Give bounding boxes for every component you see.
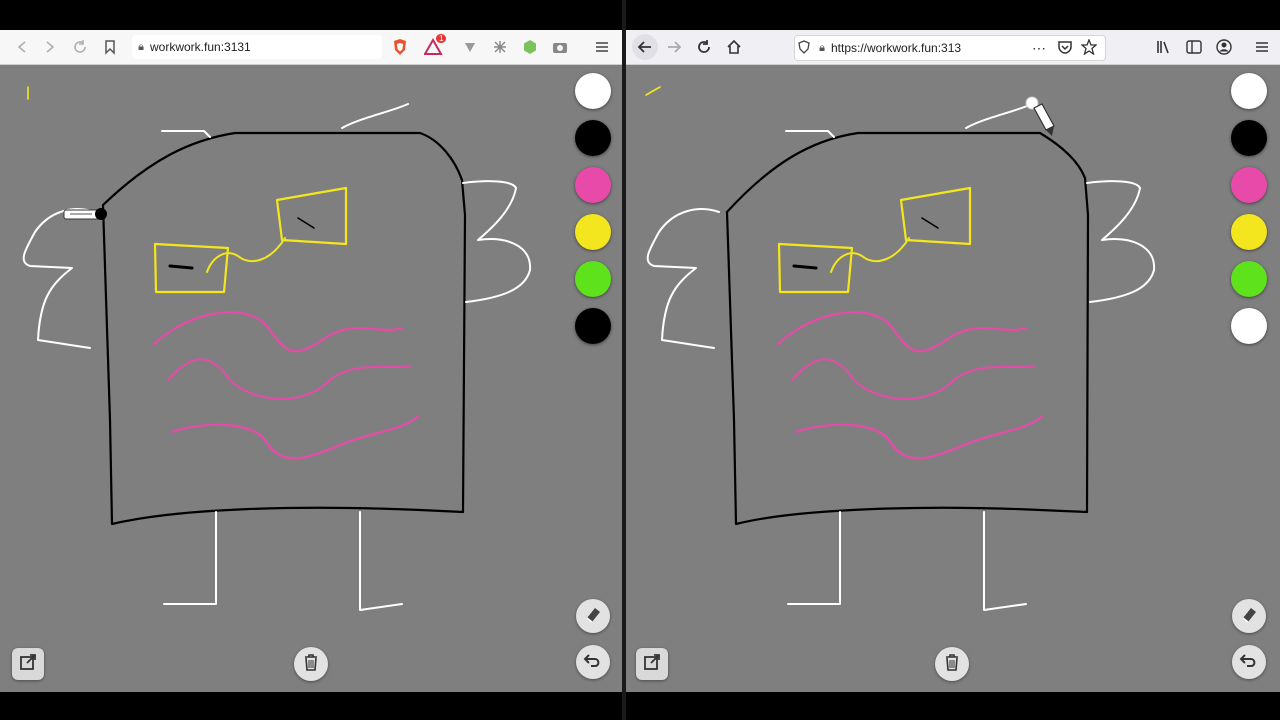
right-browser-toolbar: 🔒︎ https://workwork.fun:313 ⋯ [626, 30, 1280, 65]
left-browser-toolbar: 🔒︎ workwork.fun:3131 1 [0, 30, 622, 65]
extension-hex-icon[interactable] [520, 37, 540, 57]
color-swatch-black[interactable] [1231, 120, 1267, 156]
menu-icon[interactable] [592, 37, 612, 57]
eraser-icon [1239, 604, 1259, 629]
forward-icon[interactable] [664, 37, 684, 57]
undo-icon [583, 650, 603, 675]
brave-shields-icon[interactable] [390, 37, 410, 57]
library-icon[interactable] [1154, 37, 1174, 57]
lock-icon: 🔒︎ [138, 40, 144, 53]
share-icon [18, 652, 38, 677]
left-drawing [22, 86, 532, 611]
left-address-bar[interactable]: 🔒︎ workwork.fun:3131 [132, 35, 382, 59]
bookmark-star-icon[interactable] [1080, 37, 1098, 58]
color-swatch-white[interactable] [575, 73, 611, 109]
pen-cursor-icon [63, 208, 107, 220]
clear-canvas-button[interactable] [294, 647, 328, 681]
menu-icon[interactable] [1252, 37, 1272, 57]
pocket-icon[interactable] [1057, 40, 1073, 57]
color-swatch-yellow[interactable] [575, 214, 611, 250]
undo-icon [1239, 650, 1259, 675]
color-swatch-green[interactable] [1231, 261, 1267, 297]
notification-badge: 1 [436, 34, 447, 43]
color-swatch-green[interactable] [575, 261, 611, 297]
color-swatch-pink[interactable] [1231, 167, 1267, 203]
share-button[interactable] [636, 648, 668, 680]
right-address-bar[interactable]: 🔒︎ https://workwork.fun:313 ⋯ [794, 35, 1106, 61]
color-swatch-yellow[interactable] [1231, 214, 1267, 250]
right-drawing [645, 86, 1156, 611]
brave-rewards-icon[interactable]: 1 [424, 34, 447, 57]
color-swatch-white[interactable] [1231, 73, 1267, 109]
right-drawing-canvas[interactable] [626, 65, 1280, 692]
color-swatch-black[interactable] [575, 120, 611, 156]
trash-icon [943, 652, 961, 677]
lock-icon: 🔒︎ [819, 41, 825, 54]
camera-icon[interactable] [550, 37, 570, 57]
left-url-text: workwork.fun:3131 [150, 40, 251, 54]
left-browser-window: 🔒︎ workwork.fun:3131 1 [0, 0, 622, 720]
back-icon[interactable] [632, 34, 658, 60]
reload-icon[interactable] [70, 37, 90, 57]
clear-canvas-button[interactable] [935, 647, 969, 681]
color-swatch-current[interactable] [1231, 308, 1267, 344]
trash-icon [302, 652, 320, 677]
color-swatch-pink[interactable] [575, 167, 611, 203]
extension-grid-icon[interactable] [490, 37, 510, 57]
home-icon[interactable] [724, 37, 744, 57]
back-icon[interactable] [12, 37, 32, 57]
eraser-button[interactable] [576, 599, 610, 633]
bookmark-icon[interactable] [100, 37, 120, 57]
undo-button[interactable] [1232, 645, 1266, 679]
reload-icon[interactable] [694, 37, 714, 57]
forward-icon[interactable] [40, 37, 60, 57]
body-outline-stroke [101, 131, 467, 526]
color-swatch-current[interactable] [575, 308, 611, 344]
eraser-button[interactable] [1232, 599, 1266, 633]
right-url-text: https://workwork.fun:313 [831, 41, 962, 55]
pencil-cursor-icon [1025, 96, 1055, 136]
account-icon[interactable] [1214, 37, 1234, 57]
undo-button[interactable] [576, 645, 610, 679]
share-button[interactable] [12, 648, 44, 680]
extension-v-icon[interactable] [460, 37, 480, 57]
right-browser-window: 🔒︎ https://workwork.fun:313 ⋯ [626, 0, 1280, 720]
share-icon [642, 652, 662, 677]
pink-wave-stroke [152, 311, 404, 353]
left-drawing-canvas[interactable] [0, 65, 622, 692]
tracking-shield-icon [795, 39, 813, 57]
sidebar-icon[interactable] [1184, 37, 1204, 57]
eraser-icon [583, 604, 603, 629]
page-actions-icon[interactable]: ⋯ [1032, 40, 1047, 57]
